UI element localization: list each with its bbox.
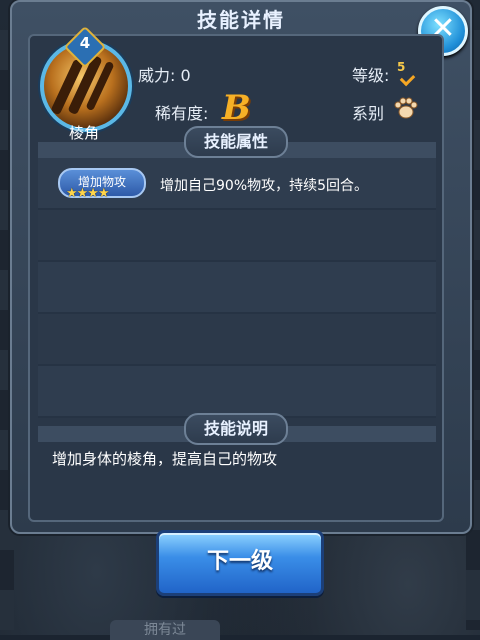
power-label: 威力: 0: [138, 66, 191, 85]
grade-label: 等级:: [352, 66, 390, 85]
skill-description: 增加身体的棱角，提高自己的物攻: [52, 450, 278, 468]
background-bottom-tab: 拥有过: [110, 620, 220, 640]
grade-level-icon: 5: [397, 60, 406, 74]
skill-name: 棱角: [68, 124, 99, 142]
skill-level-number: 4: [79, 34, 91, 52]
attribute-description: 增加自己90%物攻，持续5回合。: [160, 178, 369, 194]
next-level-label: 下一级: [206, 549, 273, 574]
attribute-stars: ★★★★: [66, 186, 110, 201]
description-header: 技能说明: [184, 413, 289, 445]
attribute-row: [38, 210, 436, 262]
rarity-grade: B: [222, 88, 251, 128]
paw-icon: [394, 97, 418, 119]
attribute-row: [38, 314, 436, 366]
next-level-button[interactable]: 下一级: [156, 530, 324, 596]
attribute-row: [38, 262, 436, 314]
attributes-header: 技能属性: [184, 126, 289, 158]
rarity-label: 稀有度:: [155, 104, 209, 123]
series-label: 系别: [352, 104, 385, 123]
attribute-row: [38, 366, 436, 418]
